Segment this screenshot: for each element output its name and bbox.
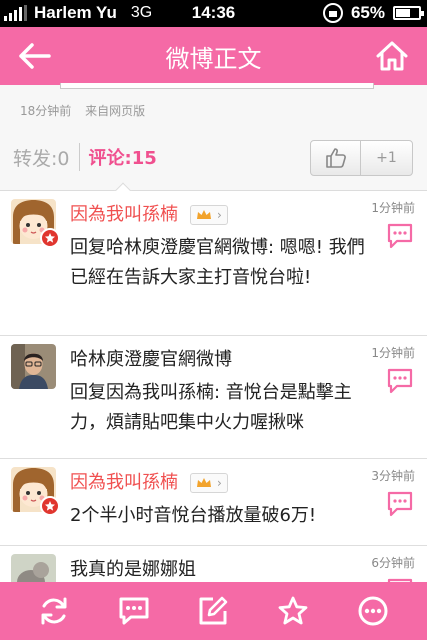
tab-repost[interactable]: 转发:0 — [13, 144, 70, 171]
favorite-button[interactable] — [273, 591, 313, 631]
like-button[interactable] — [311, 141, 361, 175]
reply-button[interactable] — [386, 367, 414, 395]
verified-badge — [40, 496, 60, 516]
avatar[interactable] — [11, 554, 56, 582]
tab-comments[interactable]: 评论:15 — [89, 144, 157, 170]
reply-button[interactable] — [386, 222, 414, 250]
nav-bar: 微博正文 — [0, 27, 427, 85]
plus-one-button[interactable]: +1 — [361, 141, 412, 175]
post-time: 18分钟前 — [20, 104, 72, 118]
repost-button[interactable] — [193, 591, 233, 631]
comment-author[interactable]: 因為我叫孫楠 › — [70, 200, 228, 226]
post-detail-footer: 18分钟前 来自网页版 转发:0 评论:15 +1 — [0, 83, 427, 200]
comment-author[interactable]: 哈林庾澄慶官網微博 — [70, 345, 232, 371]
comment-time: 6分钟前 — [371, 556, 415, 570]
tab-divider — [78, 143, 80, 171]
star-badge-icon — [45, 501, 55, 511]
status-bar: Harlem Yu 3G 14:36 65% — [0, 0, 427, 27]
comment-time: 1分钟前 — [371, 201, 415, 215]
more-icon — [358, 596, 388, 626]
comment-item[interactable]: 哈林庾澄慶官網微博 1分钟前 回复因為我叫孫楠: 音悅台是點擊主力，煩請貼吧集中… — [0, 336, 427, 459]
chevron-right-icon: › — [217, 208, 222, 222]
thumbs-up-icon — [325, 148, 346, 168]
author-name: 我真的是娜娜姐 — [70, 559, 196, 580]
page-title: 微博正文 — [165, 45, 262, 73]
reply-bubble-icon — [387, 491, 413, 517]
vip-tag[interactable]: › — [190, 473, 228, 493]
post-source: 来自网页版 — [85, 104, 146, 118]
comment-text: 回复哈林庾澄慶官網微博: 嗯嗯! 我們已經在告訴大家主打音悅台啦! — [70, 237, 365, 288]
home-icon — [376, 41, 408, 71]
crown-icon — [197, 210, 211, 219]
more-button[interactable] — [353, 591, 393, 631]
comment-text: 回复因為我叫孫楠: 音悅台是點擊主力，煩請貼吧集中火力喔揪咪 — [70, 382, 352, 433]
post-meta: 18分钟前 来自网页版 — [20, 102, 145, 119]
home-button[interactable] — [373, 38, 411, 74]
reply-bubble-icon — [387, 223, 413, 249]
like-group: +1 — [310, 140, 413, 176]
author-name: 因為我叫孫楠 — [70, 204, 178, 225]
edit-icon — [199, 596, 228, 625]
bottom-toolbar — [0, 582, 427, 640]
comment-icon — [119, 597, 149, 625]
man-photo-avatar — [11, 344, 56, 389]
comment-text: 2个半小时音悅台播放量破6万! — [70, 505, 317, 526]
author-name: 因為我叫孫楠 — [70, 472, 178, 493]
avatar[interactable] — [11, 344, 56, 389]
comment-item[interactable]: 因為我叫孫楠 › 3分钟前 2个半小时音悅台播放量破6万! — [0, 459, 427, 546]
vip-tag[interactable]: › — [190, 205, 228, 225]
comment-time: 3分钟前 — [371, 469, 415, 483]
comment-label: 评论: — [88, 148, 132, 169]
battery-icon — [393, 6, 424, 20]
author-name: 哈林庾澄慶官網微博 — [70, 349, 232, 370]
comment-time: 1分钟前 — [371, 346, 415, 360]
star-icon — [278, 596, 308, 625]
refresh-icon — [41, 597, 67, 625]
comment-list: 因為我叫孫楠 › 1分钟前 回复哈林庾澄慶官網微博: 嗯嗯! 我們已經在告訴大家主… — [0, 191, 427, 582]
comment-count: 15 — [131, 148, 157, 169]
battery-percent: 65% — [350, 3, 385, 22]
star-badge-icon — [45, 233, 55, 243]
comment-button[interactable] — [114, 591, 154, 631]
reply-button[interactable] — [386, 490, 414, 518]
comment-item[interactable]: 我真的是娜娜姐 6分钟前 — [0, 546, 427, 582]
comment-author[interactable]: 我真的是娜娜姐 — [70, 555, 196, 581]
comment-author[interactable]: 因為我叫孫楠 › — [70, 468, 228, 494]
comment-item[interactable]: 因為我叫孫楠 › 1分钟前 回复哈林庾澄慶官網微博: 嗯嗯! 我們已經在告訴大家主… — [0, 191, 427, 336]
reply-bubble-icon — [387, 368, 413, 394]
crown-icon — [197, 478, 211, 487]
photo-avatar — [11, 554, 56, 582]
chevron-right-icon: › — [217, 476, 222, 490]
quoted-post-edge — [60, 83, 374, 89]
refresh-button[interactable] — [34, 591, 74, 631]
verified-badge — [40, 228, 60, 248]
rotation-lock-icon — [322, 3, 343, 23]
